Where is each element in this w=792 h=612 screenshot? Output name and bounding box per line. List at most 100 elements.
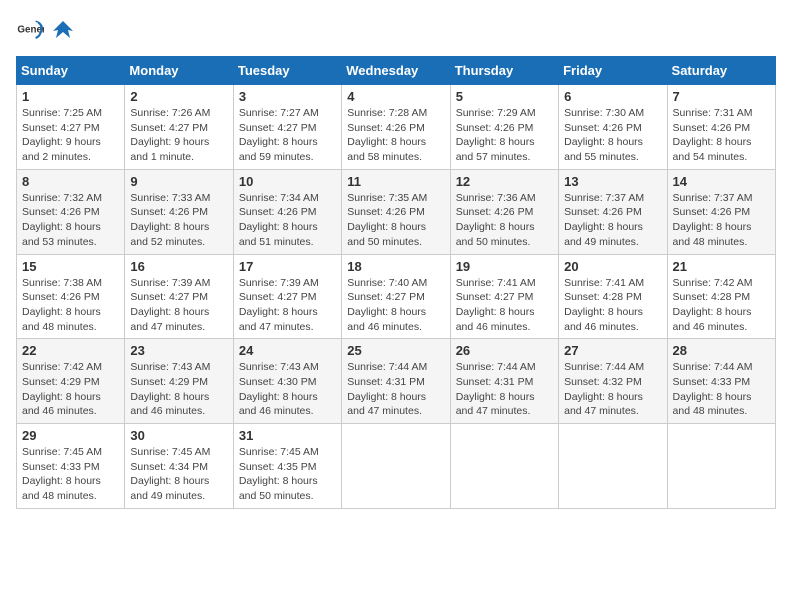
calendar-cell: 6 Sunrise: 7:30 AMSunset: 4:26 PMDayligh…	[559, 85, 667, 170]
day-info: Sunrise: 7:44 AMSunset: 4:31 PMDaylight:…	[456, 360, 553, 419]
day-number: 27	[564, 343, 661, 358]
dow-header-tuesday: Tuesday	[233, 57, 341, 85]
week-row-3: 15 Sunrise: 7:38 AMSunset: 4:26 PMDaylig…	[17, 254, 776, 339]
calendar-cell: 14 Sunrise: 7:37 AMSunset: 4:26 PMDaylig…	[667, 169, 775, 254]
calendar-cell: 20 Sunrise: 7:41 AMSunset: 4:28 PMDaylig…	[559, 254, 667, 339]
calendar-cell: 31 Sunrise: 7:45 AMSunset: 4:35 PMDaylig…	[233, 424, 341, 509]
day-info: Sunrise: 7:37 AMSunset: 4:26 PMDaylight:…	[564, 191, 661, 250]
day-number: 24	[239, 343, 336, 358]
day-number: 25	[347, 343, 444, 358]
day-number: 19	[456, 259, 553, 274]
calendar-cell: 28 Sunrise: 7:44 AMSunset: 4:33 PMDaylig…	[667, 339, 775, 424]
day-info: Sunrise: 7:43 AMSunset: 4:29 PMDaylight:…	[130, 360, 227, 419]
day-number: 10	[239, 174, 336, 189]
day-info: Sunrise: 7:45 AMSunset: 4:34 PMDaylight:…	[130, 445, 227, 504]
day-info: Sunrise: 7:44 AMSunset: 4:33 PMDaylight:…	[673, 360, 770, 419]
day-number: 3	[239, 89, 336, 104]
day-number: 28	[673, 343, 770, 358]
week-row-4: 22 Sunrise: 7:42 AMSunset: 4:29 PMDaylig…	[17, 339, 776, 424]
day-number: 12	[456, 174, 553, 189]
day-info: Sunrise: 7:35 AMSunset: 4:26 PMDaylight:…	[347, 191, 444, 250]
day-number: 7	[673, 89, 770, 104]
header: General	[16, 16, 776, 46]
day-number: 29	[22, 428, 119, 443]
calendar-cell: 2 Sunrise: 7:26 AMSunset: 4:27 PMDayligh…	[125, 85, 233, 170]
logo: General	[16, 16, 78, 46]
dow-header-thursday: Thursday	[450, 57, 558, 85]
day-info: Sunrise: 7:29 AMSunset: 4:26 PMDaylight:…	[456, 106, 553, 165]
day-info: Sunrise: 7:38 AMSunset: 4:26 PMDaylight:…	[22, 276, 119, 335]
day-info: Sunrise: 7:27 AMSunset: 4:27 PMDaylight:…	[239, 106, 336, 165]
dow-header-friday: Friday	[559, 57, 667, 85]
calendar-cell: 11 Sunrise: 7:35 AMSunset: 4:26 PMDaylig…	[342, 169, 450, 254]
day-info: Sunrise: 7:45 AMSunset: 4:33 PMDaylight:…	[22, 445, 119, 504]
calendar-cell: 26 Sunrise: 7:44 AMSunset: 4:31 PMDaylig…	[450, 339, 558, 424]
day-info: Sunrise: 7:37 AMSunset: 4:26 PMDaylight:…	[673, 191, 770, 250]
day-info: Sunrise: 7:42 AMSunset: 4:29 PMDaylight:…	[22, 360, 119, 419]
day-number: 9	[130, 174, 227, 189]
calendar-cell: 27 Sunrise: 7:44 AMSunset: 4:32 PMDaylig…	[559, 339, 667, 424]
calendar-cell: 22 Sunrise: 7:42 AMSunset: 4:29 PMDaylig…	[17, 339, 125, 424]
day-info: Sunrise: 7:44 AMSunset: 4:32 PMDaylight:…	[564, 360, 661, 419]
calendar-table: SundayMondayTuesdayWednesdayThursdayFrid…	[16, 56, 776, 509]
calendar-cell: 8 Sunrise: 7:32 AMSunset: 4:26 PMDayligh…	[17, 169, 125, 254]
calendar-cell: 15 Sunrise: 7:38 AMSunset: 4:26 PMDaylig…	[17, 254, 125, 339]
calendar-cell: 17 Sunrise: 7:39 AMSunset: 4:27 PMDaylig…	[233, 254, 341, 339]
day-number: 31	[239, 428, 336, 443]
calendar-cell: 18 Sunrise: 7:40 AMSunset: 4:27 PMDaylig…	[342, 254, 450, 339]
calendar-cell: 5 Sunrise: 7:29 AMSunset: 4:26 PMDayligh…	[450, 85, 558, 170]
calendar-cell: 30 Sunrise: 7:45 AMSunset: 4:34 PMDaylig…	[125, 424, 233, 509]
day-number: 23	[130, 343, 227, 358]
day-info: Sunrise: 7:42 AMSunset: 4:28 PMDaylight:…	[673, 276, 770, 335]
day-number: 15	[22, 259, 119, 274]
day-info: Sunrise: 7:41 AMSunset: 4:28 PMDaylight:…	[564, 276, 661, 335]
calendar-cell: 3 Sunrise: 7:27 AMSunset: 4:27 PMDayligh…	[233, 85, 341, 170]
day-info: Sunrise: 7:33 AMSunset: 4:26 PMDaylight:…	[130, 191, 227, 250]
day-number: 8	[22, 174, 119, 189]
calendar-cell	[667, 424, 775, 509]
day-info: Sunrise: 7:39 AMSunset: 4:27 PMDaylight:…	[130, 276, 227, 335]
calendar-cell: 24 Sunrise: 7:43 AMSunset: 4:30 PMDaylig…	[233, 339, 341, 424]
day-number: 26	[456, 343, 553, 358]
calendar-cell: 23 Sunrise: 7:43 AMSunset: 4:29 PMDaylig…	[125, 339, 233, 424]
day-info: Sunrise: 7:36 AMSunset: 4:26 PMDaylight:…	[456, 191, 553, 250]
day-info: Sunrise: 7:28 AMSunset: 4:26 PMDaylight:…	[347, 106, 444, 165]
day-info: Sunrise: 7:31 AMSunset: 4:26 PMDaylight:…	[673, 106, 770, 165]
calendar-cell: 29 Sunrise: 7:45 AMSunset: 4:33 PMDaylig…	[17, 424, 125, 509]
day-info: Sunrise: 7:34 AMSunset: 4:26 PMDaylight:…	[239, 191, 336, 250]
calendar-cell	[342, 424, 450, 509]
calendar-cell: 25 Sunrise: 7:44 AMSunset: 4:31 PMDaylig…	[342, 339, 450, 424]
calendar-cell: 12 Sunrise: 7:36 AMSunset: 4:26 PMDaylig…	[450, 169, 558, 254]
day-info: Sunrise: 7:26 AMSunset: 4:27 PMDaylight:…	[130, 106, 227, 165]
calendar-cell	[450, 424, 558, 509]
week-row-1: 1 Sunrise: 7:25 AMSunset: 4:27 PMDayligh…	[17, 85, 776, 170]
day-number: 2	[130, 89, 227, 104]
day-number: 13	[564, 174, 661, 189]
calendar-cell	[559, 424, 667, 509]
days-of-week-row: SundayMondayTuesdayWednesdayThursdayFrid…	[17, 57, 776, 85]
calendar-cell: 13 Sunrise: 7:37 AMSunset: 4:26 PMDaylig…	[559, 169, 667, 254]
day-info: Sunrise: 7:30 AMSunset: 4:26 PMDaylight:…	[564, 106, 661, 165]
day-info: Sunrise: 7:25 AMSunset: 4:27 PMDaylight:…	[22, 106, 119, 165]
week-row-2: 8 Sunrise: 7:32 AMSunset: 4:26 PMDayligh…	[17, 169, 776, 254]
day-number: 18	[347, 259, 444, 274]
calendar-cell: 19 Sunrise: 7:41 AMSunset: 4:27 PMDaylig…	[450, 254, 558, 339]
day-number: 1	[22, 89, 119, 104]
calendar-cell: 4 Sunrise: 7:28 AMSunset: 4:26 PMDayligh…	[342, 85, 450, 170]
dow-header-saturday: Saturday	[667, 57, 775, 85]
day-info: Sunrise: 7:32 AMSunset: 4:26 PMDaylight:…	[22, 191, 119, 250]
dow-header-monday: Monday	[125, 57, 233, 85]
day-number: 11	[347, 174, 444, 189]
day-info: Sunrise: 7:40 AMSunset: 4:27 PMDaylight:…	[347, 276, 444, 335]
day-number: 4	[347, 89, 444, 104]
calendar-cell: 7 Sunrise: 7:31 AMSunset: 4:26 PMDayligh…	[667, 85, 775, 170]
day-info: Sunrise: 7:39 AMSunset: 4:27 PMDaylight:…	[239, 276, 336, 335]
day-number: 14	[673, 174, 770, 189]
page-wrapper: General Sunda	[16, 16, 776, 509]
logo-bird-icon	[48, 16, 78, 46]
day-info: Sunrise: 7:44 AMSunset: 4:31 PMDaylight:…	[347, 360, 444, 419]
calendar-body: 1 Sunrise: 7:25 AMSunset: 4:27 PMDayligh…	[17, 85, 776, 509]
day-number: 6	[564, 89, 661, 104]
day-info: Sunrise: 7:43 AMSunset: 4:30 PMDaylight:…	[239, 360, 336, 419]
day-number: 16	[130, 259, 227, 274]
